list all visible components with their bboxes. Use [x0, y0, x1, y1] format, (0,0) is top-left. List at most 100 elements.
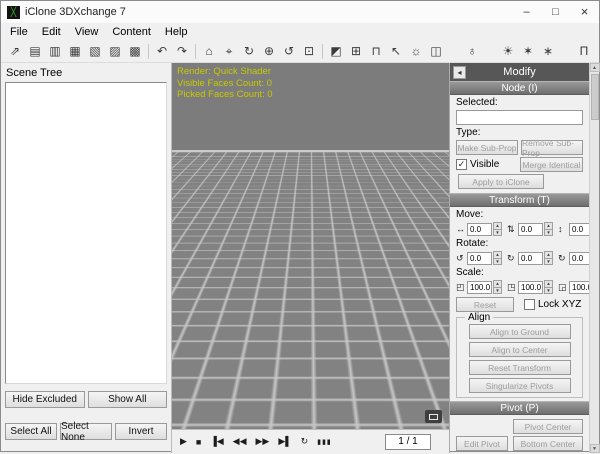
light-toggle-icon[interactable]: ☼: [406, 42, 426, 61]
export-to-iclone-icon[interactable]: ⇗: [5, 42, 25, 61]
rotate-y-spinner[interactable]: ↻ 0.0 ▲▼: [507, 251, 553, 265]
spot-light-icon[interactable]: ✶: [518, 42, 538, 61]
select-none-button[interactable]: Select None: [60, 423, 112, 440]
make-subprop-button[interactable]: Make Sub-Prop: [456, 140, 518, 155]
move-y-stepper[interactable]: ▲▼: [544, 222, 553, 236]
select-all-button[interactable]: Select All: [5, 423, 57, 440]
next-frame-button[interactable]: ▶▶: [256, 436, 270, 447]
scale-x-icon: ◰: [456, 282, 467, 293]
scene-tree-list[interactable]: [5, 82, 167, 384]
edit-pivot-button[interactable]: Edit Pivot: [456, 436, 508, 451]
menu-edit[interactable]: Edit: [35, 25, 68, 39]
scroll-up-icon[interactable]: ▲: [590, 63, 600, 72]
align-to-ground-button[interactable]: Align to Ground: [469, 324, 571, 339]
frame-counter: 1 / 1: [385, 434, 431, 450]
scale-y-stepper[interactable]: ▲▼: [544, 280, 553, 294]
previous-frame-button[interactable]: ◀◀: [233, 436, 247, 447]
minimize-button[interactable]: –: [512, 1, 541, 23]
rotate-view-icon[interactable]: ↻: [239, 42, 259, 61]
maximize-button[interactable]: □: [541, 1, 570, 23]
undo-icon[interactable]: ↶: [152, 42, 172, 61]
section-transform[interactable]: Transform (T): [450, 193, 589, 207]
move-z-spinner[interactable]: ↕ 0.0 ▲▼: [558, 222, 589, 236]
scale-x-spinner[interactable]: ◰ 100.0 ▲▼: [456, 280, 502, 294]
scale-z-spinner[interactable]: ◲ 100.0 ▲▼: [558, 280, 589, 294]
reset-view-icon[interactable]: ⊡: [299, 42, 319, 61]
scale-z-value[interactable]: 100.0: [569, 281, 589, 294]
rotate-z-value[interactable]: 0.0: [569, 252, 589, 265]
home-view-icon[interactable]: ⌂: [199, 42, 219, 61]
section-pivot[interactable]: Pivot (P): [450, 401, 589, 415]
menu-view[interactable]: View: [68, 25, 106, 39]
flip-faces-icon[interactable]: ◩: [326, 42, 346, 61]
remove-subprop-button[interactable]: Remove Sub-Prop: [521, 140, 583, 155]
pan-tool-icon[interactable]: ⌖: [219, 42, 239, 61]
show-all-button[interactable]: Show All: [88, 391, 168, 408]
rotate-x-value[interactable]: 0.0: [467, 252, 492, 265]
move-x-stepper[interactable]: ▲▼: [493, 222, 502, 236]
bottom-center-button[interactable]: Bottom Center: [513, 436, 583, 451]
modify-scrollbar[interactable]: ▲ ▼: [589, 63, 599, 453]
rotate-y-value[interactable]: 0.0: [518, 252, 543, 265]
scale-x-value[interactable]: 100.0: [467, 281, 492, 294]
merge-identical-button[interactable]: Merge Identical: [520, 157, 583, 172]
redo-icon[interactable]: ↷: [172, 42, 192, 61]
rotate-x-spinner[interactable]: ↺ 0.0 ▲▼: [456, 251, 502, 265]
go-to-start-button[interactable]: ▐◀: [210, 436, 223, 447]
frame-mode-icon[interactable]: ▮▮▮: [317, 438, 332, 446]
align-group: Align Align to Ground Align to Center Re…: [456, 317, 583, 398]
globe-icon[interactable]: ♁: [462, 42, 482, 61]
export-content-icon[interactable]: ▦: [65, 42, 85, 61]
pick-tool-icon[interactable]: ↖: [386, 42, 406, 61]
import-content-icon[interactable]: ▥: [45, 42, 65, 61]
scale-y-spinner[interactable]: ◳ 100.0 ▲▼: [507, 280, 553, 294]
batch-convert-icon[interactable]: ▩: [125, 42, 145, 61]
move-y-icon: ⇅: [507, 224, 518, 235]
apply-to-iclone-button[interactable]: Apply to iClone: [458, 174, 544, 189]
reset-transform-button[interactable]: Reset Transform: [469, 360, 571, 375]
section-node[interactable]: Node (I): [450, 81, 589, 95]
move-x-spinner[interactable]: ↔ 0.0 ▲▼: [456, 222, 502, 236]
viewport-canvas[interactable]: Render: Quick Shader Visible Faces Count…: [172, 63, 449, 429]
scrollbar-thumb[interactable]: [591, 74, 599, 120]
visible-checkbox[interactable]: ✓: [456, 159, 467, 170]
rotate-z-spinner[interactable]: ↻ 0.0 ▲▼: [558, 251, 589, 265]
reset-button[interactable]: Reset: [456, 297, 514, 312]
align-to-center-button[interactable]: Align to Center: [469, 342, 571, 357]
menu-file[interactable]: File: [3, 25, 35, 39]
rotate-y-stepper[interactable]: ▲▼: [544, 251, 553, 265]
grid-toggle-icon[interactable]: ⊞: [346, 42, 366, 61]
scale-x-stepper[interactable]: ▲▼: [493, 280, 502, 294]
go-to-end-button[interactable]: ▶▌: [278, 436, 291, 447]
close-button[interactable]: ×: [570, 1, 599, 23]
ambient-light-icon[interactable]: ☀: [498, 42, 518, 61]
menu-content[interactable]: Content: [105, 25, 158, 39]
move-y-value[interactable]: 0.0: [518, 223, 543, 236]
hide-excluded-button[interactable]: Hide Excluded: [5, 391, 85, 408]
pivot-center-button[interactable]: Pivot Center: [513, 419, 583, 434]
stage-icon[interactable]: Π: [574, 42, 594, 61]
collapse-panel-icon[interactable]: ◂: [453, 66, 466, 79]
scale-y-value[interactable]: 100.0: [518, 281, 543, 294]
window-title: iClone 3DXchange 7: [25, 6, 512, 18]
invert-button[interactable]: Invert: [115, 423, 167, 440]
export-motion-icon[interactable]: ▨: [105, 42, 125, 61]
move-z-value[interactable]: 0.0: [569, 223, 589, 236]
stop-button[interactable]: ■: [196, 437, 201, 447]
lock-xyz-checkbox[interactable]: [524, 299, 535, 310]
monitor-display-icon[interactable]: ◫: [426, 42, 446, 61]
orbit-tool-icon[interactable]: ↺: [279, 42, 299, 61]
menu-help[interactable]: Help: [158, 25, 195, 39]
magnet-snap-icon[interactable]: ⊓: [366, 42, 386, 61]
singularize-pivots-button[interactable]: Singularize Pivots: [469, 378, 571, 393]
loop-button[interactable]: ↻: [301, 436, 309, 447]
point-light-icon[interactable]: ∗: [538, 42, 558, 61]
move-y-spinner[interactable]: ⇅ 0.0 ▲▼: [507, 222, 553, 236]
zoom-tool-icon[interactable]: ⊕: [259, 42, 279, 61]
import-motion-icon[interactable]: ▧: [85, 42, 105, 61]
move-x-value[interactable]: 0.0: [467, 223, 492, 236]
open-file-icon[interactable]: ▤: [25, 42, 45, 61]
rotate-x-stepper[interactable]: ▲▼: [493, 251, 502, 265]
play-button[interactable]: ▶: [180, 436, 187, 447]
viewport-expand-icon[interactable]: [425, 410, 442, 423]
